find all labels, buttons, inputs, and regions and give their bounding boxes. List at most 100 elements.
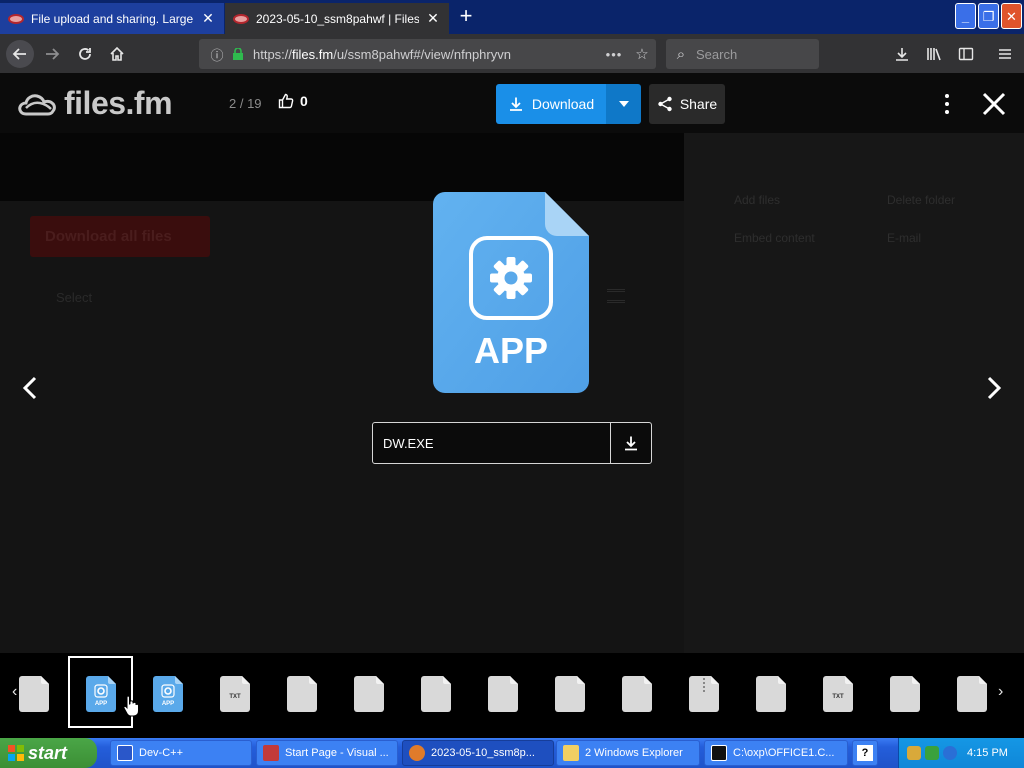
- browser-tab-bar: File upload and sharing. Large file ✕ 20…: [0, 0, 1024, 34]
- previous-file-arrow-icon[interactable]: [16, 373, 44, 403]
- background-action-delete-folder: Delete folder: [887, 193, 956, 207]
- thumbnail-blank-file[interactable]: [354, 676, 384, 712]
- url-bar[interactable]: ⓘ https://files.fm/u/ssm8pahwf#/view/nfn…: [199, 39, 656, 69]
- download-icon: [625, 436, 637, 451]
- tab-files-fm-viewer[interactable]: 2023-05-10_ssm8pahwf | Files.fm ✕: [225, 3, 449, 34]
- new-tab-button[interactable]: +: [454, 5, 478, 29]
- lock-icon: [233, 48, 243, 60]
- background-actions-panel: Add files Delete folder Embed content E-…: [684, 133, 1024, 653]
- url-scheme: https://: [253, 46, 293, 62]
- download-options-button[interactable]: [606, 84, 641, 124]
- page-actions-icon[interactable]: •••: [600, 47, 628, 62]
- reload-icon: [79, 48, 91, 60]
- app-icon-label: APP: [474, 330, 548, 371]
- file-counter: 2 / 19: [229, 96, 262, 111]
- url-path: /u/ssm8pahwf#/view/nfnphryvn: [333, 46, 511, 62]
- tab-close-icon[interactable]: ✕: [425, 10, 441, 27]
- filename: DW.EXE: [383, 435, 434, 451]
- search-input[interactable]: ⌕ Search: [666, 39, 819, 69]
- app-file-icon: APP: [433, 192, 589, 393]
- browser-app-icon: [409, 745, 425, 761]
- library-icon: [927, 48, 941, 61]
- thumbnail-blank-file[interactable]: [555, 676, 585, 712]
- files-fm-logo[interactable]: files.fm: [18, 85, 173, 122]
- taskbar-item-firefox[interactable]: 2023-05-10_ssm8p...: [402, 740, 554, 766]
- 7zip-app-icon: [711, 745, 727, 761]
- arrow-left-icon: [12, 48, 26, 60]
- hamburger-menu-icon: [999, 49, 1011, 59]
- folder-icon: [563, 745, 579, 761]
- download-label: Download: [531, 96, 595, 112]
- thumbnail-blank-file[interactable]: [756, 676, 786, 712]
- close-viewer-icon[interactable]: [980, 90, 1008, 118]
- more-options-button[interactable]: [935, 90, 959, 118]
- taskbar-item-devcpp[interactable]: Dev-C++: [110, 740, 252, 766]
- home-button[interactable]: [103, 40, 131, 68]
- logo-text: files.fm: [64, 85, 173, 121]
- tab-close-icon[interactable]: ✕: [200, 10, 216, 27]
- background-select-all: Select: [56, 290, 93, 305]
- downloads-button[interactable]: [890, 42, 914, 66]
- browser-nav-bar: ⓘ https://files.fm/u/ssm8pahwf#/view/nfn…: [0, 34, 1024, 73]
- taskbar-item-label: 2 Windows Explorer: [585, 747, 683, 759]
- thumbnail-strip: ‹ APP APP TXT TXT ›: [0, 653, 1024, 738]
- strip-scroll-left-icon[interactable]: ‹: [12, 683, 17, 701]
- window-close-button[interactable]: ✕: [1001, 3, 1022, 29]
- caret-down-icon: [618, 101, 629, 107]
- thumbnail-zip-file[interactable]: [689, 676, 719, 712]
- thumbnail-label: TXT: [229, 694, 241, 700]
- next-file-arrow-icon[interactable]: [980, 373, 1008, 403]
- share-icon: [658, 96, 672, 112]
- search-placeholder: Search: [696, 46, 738, 62]
- library-button[interactable]: [922, 42, 946, 66]
- tray-app-icon[interactable]: [907, 746, 921, 760]
- thumbnail-blank-file[interactable]: [957, 676, 987, 712]
- url-text[interactable]: https://files.fm/u/ssm8pahwf#/view/nfnph…: [253, 47, 600, 62]
- home-icon: [110, 46, 124, 61]
- menu-button[interactable]: [993, 42, 1017, 66]
- taskbar-item-help[interactable]: ?: [852, 740, 878, 766]
- windows-logo-icon: [8, 745, 24, 761]
- tab-file-upload[interactable]: File upload and sharing. Large file ✕: [0, 3, 224, 34]
- back-button[interactable]: [6, 40, 34, 68]
- thumbnail-blank-file[interactable]: [287, 676, 317, 712]
- forward-button[interactable]: [38, 40, 66, 68]
- start-label: start: [28, 742, 68, 763]
- taskbar-item-7zip[interactable]: C:\oxp\OFFICE1.C...: [704, 740, 848, 766]
- download-button[interactable]: Download: [496, 84, 606, 124]
- info-icon[interactable]: ⓘ: [205, 45, 229, 64]
- taskbar-item-label: 2023-05-10_ssm8p...: [431, 747, 535, 759]
- taskbar-item-label: Start Page - Visual ...: [285, 747, 389, 759]
- cloud-logo-icon: [18, 93, 56, 115]
- background-action-email: E-mail: [887, 231, 922, 245]
- url-domain: files.fm: [292, 46, 334, 62]
- thumbnail-blank-file[interactable]: [19, 676, 49, 712]
- taskbar-item-windows-explorer[interactable]: 2 Windows Explorer: [556, 740, 700, 766]
- thumbnail-txt-file[interactable]: TXT: [220, 676, 250, 712]
- taskbar-item-visual-studio[interactable]: Start Page - Visual ...: [256, 740, 398, 766]
- thumbnail-blank-file[interactable]: [488, 676, 518, 712]
- clock: 4:15 PM: [967, 747, 1008, 759]
- thumbnail-app-file[interactable]: APP: [153, 676, 183, 712]
- tray-globe-icon[interactable]: [943, 746, 957, 760]
- start-button[interactable]: start: [0, 738, 97, 768]
- thumbnail-blank-file[interactable]: [421, 676, 451, 712]
- thumbnail-blank-file[interactable]: [622, 676, 652, 712]
- window-minimize-button[interactable]: _: [955, 3, 976, 29]
- files-fm-favicon-icon: [8, 13, 24, 24]
- reload-button[interactable]: [71, 40, 99, 68]
- file-download-button[interactable]: [610, 423, 651, 463]
- share-label: Share: [679, 96, 718, 112]
- thumbnail-app-file[interactable]: APP: [86, 676, 116, 712]
- share-button[interactable]: Share: [649, 84, 725, 124]
- filename-bar: DW.EXE: [372, 422, 652, 464]
- tray-network-icon[interactable]: [925, 746, 939, 760]
- strip-scroll-right-icon[interactable]: ›: [998, 683, 1003, 701]
- arrow-right-icon: [46, 48, 60, 60]
- thumbnail-txt-file[interactable]: TXT: [823, 676, 853, 712]
- like-button[interactable]: 0: [278, 93, 308, 109]
- window-maximize-button[interactable]: ❐: [978, 3, 999, 29]
- bookmark-star-icon[interactable]: ☆: [628, 45, 656, 63]
- thumbnail-blank-file[interactable]: [890, 676, 920, 712]
- sidebar-toggle-button[interactable]: [954, 42, 978, 66]
